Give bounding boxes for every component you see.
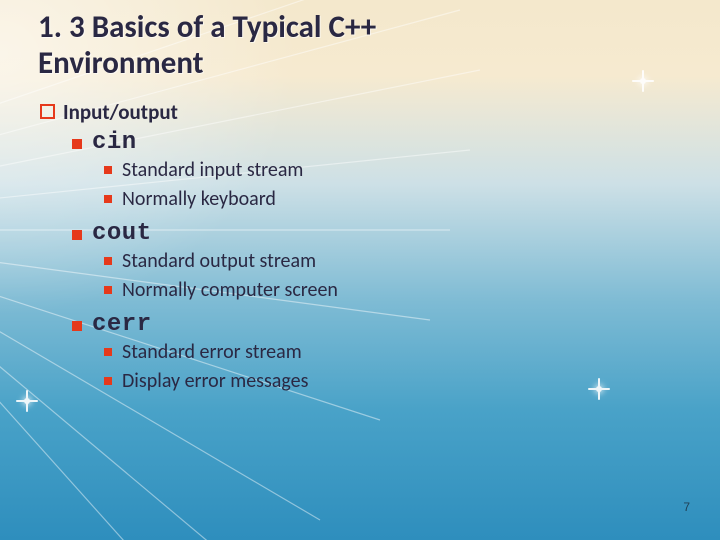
code-identifier: cout — [92, 220, 152, 247]
slide-title: 1. 3 Basics of a Typical C++ Environment — [38, 10, 498, 81]
bullet-text: Standard error stream — [122, 338, 302, 367]
bullet-level-3: Display error messages — [104, 367, 682, 396]
square-icon — [104, 348, 112, 356]
page-number: 7 — [683, 500, 690, 514]
slide: 1. 3 Basics of a Typical C++ Environment… — [0, 0, 720, 540]
square-icon — [104, 286, 112, 294]
bullet-level-3: Standard output stream — [104, 247, 682, 276]
bullet-level-2: cin — [72, 129, 682, 156]
bullet-level-3: Normally keyboard — [104, 185, 682, 214]
code-identifier: cin — [92, 129, 137, 156]
square-icon — [104, 195, 112, 203]
bullet-text: Standard output stream — [122, 247, 316, 276]
bullet-text: Standard input stream — [122, 156, 303, 185]
square-icon — [104, 166, 112, 174]
bullet-text: Normally computer screen — [122, 276, 338, 305]
bullet-level-3: Standard error stream — [104, 338, 682, 367]
bullet-text: Display error messages — [122, 367, 308, 396]
bullet-text: Input/output — [63, 99, 178, 125]
bullet-level-2: cout — [72, 220, 682, 247]
bullet-level-3-group: Standard input stream Normally keyboard — [104, 156, 682, 214]
square-icon — [72, 230, 82, 240]
bullet-level-3-group: Standard output stream Normally computer… — [104, 247, 682, 305]
square-icon — [104, 257, 112, 265]
bullet-level-3: Normally computer screen — [104, 276, 682, 305]
square-icon — [72, 321, 82, 331]
bullet-text: Normally keyboard — [122, 185, 276, 214]
square-icon — [104, 377, 112, 385]
bullet-level-2: cerr — [72, 311, 682, 338]
outline-square-icon — [40, 104, 55, 119]
square-icon — [72, 139, 82, 149]
code-identifier: cerr — [92, 311, 152, 338]
bullet-level-3: Standard input stream — [104, 156, 682, 185]
slide-body: Input/output cin Standard input stream N… — [38, 99, 682, 396]
bullet-level-1: Input/output — [40, 99, 682, 125]
bullet-level-3-group: Standard error stream Display error mess… — [104, 338, 682, 396]
